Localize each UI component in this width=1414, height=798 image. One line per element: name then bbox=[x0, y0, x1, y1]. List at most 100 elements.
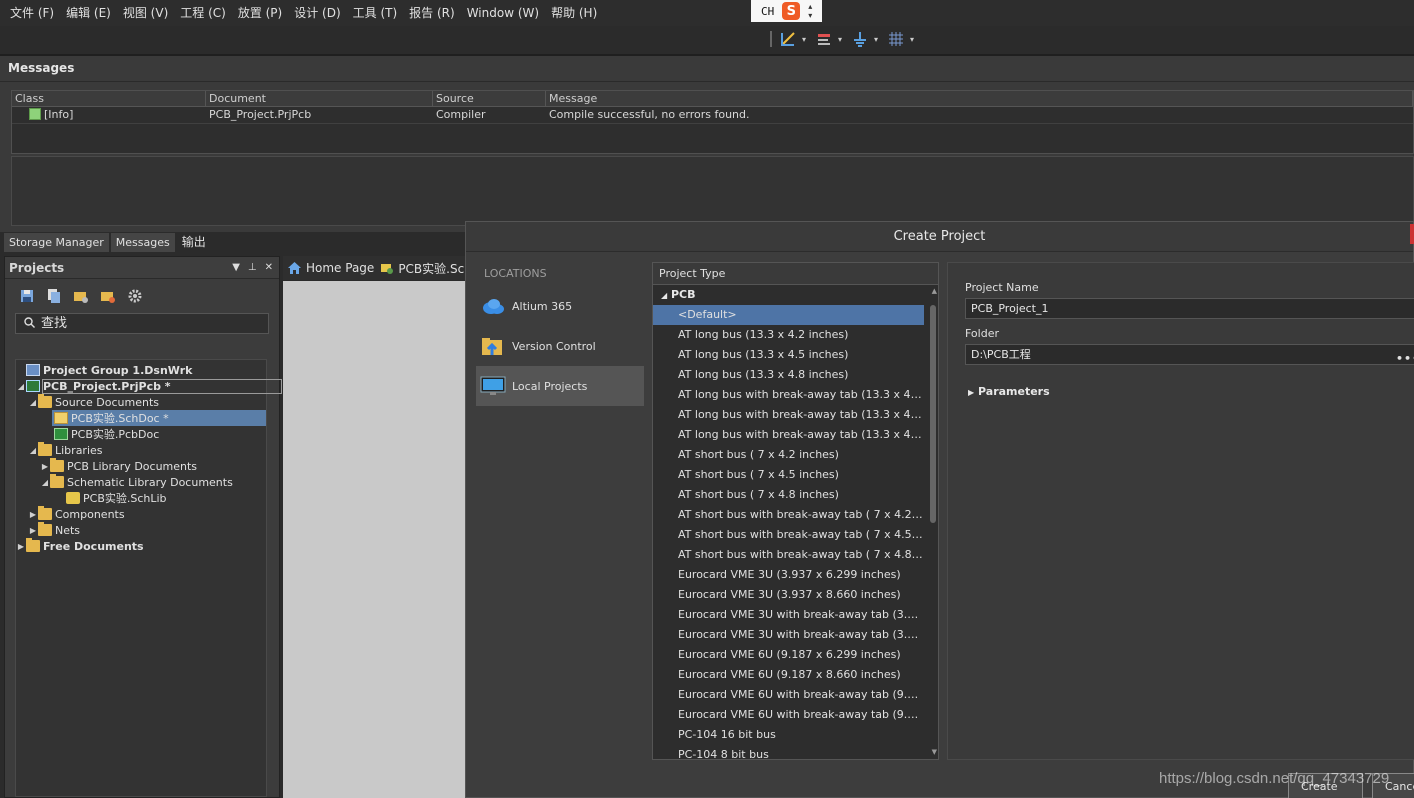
column-document[interactable]: Document bbox=[206, 91, 433, 106]
tab-messages[interactable]: Messages bbox=[110, 233, 175, 252]
collapse-icon[interactable]: ◢ bbox=[28, 398, 38, 407]
grid-dropdown-icon[interactable]: ▾ bbox=[910, 35, 914, 44]
project-type-scrollbar[interactable] bbox=[930, 305, 936, 523]
tree-item-schlib[interactable]: PCB实验.SchLib bbox=[66, 490, 266, 506]
parameters-expander[interactable]: ▶ Parameters bbox=[968, 385, 1050, 398]
list-item[interactable]: Eurocard VME 6U with break-away tab (9.1… bbox=[653, 705, 924, 725]
list-item[interactable]: AT short bus ( 7 x 4.5 inches) bbox=[653, 465, 924, 485]
grid-icon[interactable] bbox=[888, 31, 904, 47]
menu-item-0[interactable]: 文件 (F) bbox=[4, 0, 60, 26]
tree-item-nets[interactable]: ▶ Nets bbox=[16, 522, 266, 538]
menu-item-1[interactable]: 编辑 (E) bbox=[60, 0, 117, 26]
location-local-projects[interactable]: Local Projects bbox=[476, 366, 644, 406]
ground-dropdown-icon[interactable]: ▾ bbox=[874, 35, 878, 44]
search-input[interactable] bbox=[41, 316, 241, 331]
list-item[interactable]: Eurocard VME 6U (9.187 x 6.299 inches) bbox=[653, 645, 924, 665]
tree-item-schdoc[interactable]: PCB实验.SchDoc * bbox=[52, 410, 266, 426]
tree-item-pcb-project[interactable]: ◢ PCB_Project.PrjPcb * bbox=[16, 378, 282, 394]
tree-item-free-documents[interactable]: ▶ Free Documents bbox=[16, 538, 266, 554]
list-item[interactable]: PC-104 16 bit bus bbox=[653, 725, 924, 745]
list-item[interactable]: AT short bus with break-away tab ( 7 x 4… bbox=[653, 525, 924, 545]
tree-item-pcbdoc[interactable]: PCB实验.PcbDoc bbox=[54, 426, 266, 442]
tree-item-libraries[interactable]: ◢ Libraries bbox=[16, 442, 266, 458]
panel-menu-icon[interactable]: ▼ bbox=[232, 262, 240, 273]
expand-icon[interactable]: ▶ bbox=[28, 510, 38, 519]
tree-item-pcb-library-documents[interactable]: ▶ PCB Library Documents bbox=[16, 458, 266, 474]
ime-language: CH bbox=[761, 4, 775, 18]
menu-item-2[interactable]: 视图 (V) bbox=[117, 0, 174, 26]
list-item[interactable]: Eurocard VME 3U (3.937 x 8.660 inches) bbox=[653, 585, 924, 605]
search-box[interactable] bbox=[15, 313, 269, 334]
list-item[interactable]: AT short bus with break-away tab ( 7 x 4… bbox=[653, 545, 924, 565]
list-item[interactable]: Eurocard VME 3U with break-away tab (3.9… bbox=[653, 625, 924, 645]
list-item[interactable]: <Default> bbox=[653, 305, 924, 325]
close-button-edge[interactable] bbox=[1410, 224, 1414, 244]
menu-item-8[interactable]: Window (W) bbox=[461, 0, 545, 26]
list-item[interactable]: Eurocard VME 6U (9.187 x 8.660 inches) bbox=[653, 665, 924, 685]
tab-home-page[interactable]: Home Page bbox=[287, 261, 374, 275]
list-item[interactable]: AT long bus (13.3 x 4.2 inches) bbox=[653, 325, 924, 345]
ground-icon[interactable] bbox=[852, 31, 868, 47]
menu-item-4[interactable]: 放置 (P) bbox=[232, 0, 288, 26]
tree-item-project-group[interactable]: Project Group 1.DsnWrk bbox=[16, 362, 266, 378]
open-folder-icon[interactable] bbox=[73, 288, 89, 304]
ime-indicator[interactable]: CH S ▴ ▾ bbox=[751, 0, 822, 22]
tree-item-components[interactable]: ▶ Components bbox=[16, 506, 266, 522]
list-item[interactable]: AT long bus (13.3 x 4.5 inches) bbox=[653, 345, 924, 365]
ime-toggle-icon[interactable]: ▴ ▾ bbox=[808, 2, 812, 20]
scroll-down-icon[interactable]: ▼ bbox=[932, 748, 937, 756]
collapse-icon[interactable]: ◢ bbox=[16, 382, 26, 391]
table-row[interactable]: [Info] PCB_Project.PrjPcb Compiler Compi… bbox=[12, 107, 1413, 124]
schematic-workspace[interactable] bbox=[283, 281, 468, 798]
list-item[interactable]: Eurocard VME 3U (3.937 x 6.299 inches) bbox=[653, 565, 924, 585]
menu-item-3[interactable]: 工程 (C) bbox=[174, 0, 232, 26]
project-type-header: Project Type bbox=[653, 263, 938, 285]
folder-settings-icon[interactable] bbox=[100, 288, 116, 304]
folder-input[interactable]: D:\PCB工程 bbox=[965, 344, 1414, 365]
tab-storage-manager[interactable]: Storage Manager bbox=[4, 233, 109, 252]
expand-icon[interactable]: ▶ bbox=[40, 462, 50, 471]
list-item[interactable]: AT long bus with break-away tab (13.3 x … bbox=[653, 405, 924, 425]
tree-item-source-documents[interactable]: ◢ Source Documents bbox=[16, 394, 266, 410]
collapse-icon[interactable]: ◢ bbox=[661, 291, 667, 300]
menu-item-5[interactable]: 设计 (D) bbox=[288, 0, 346, 26]
align-dropdown-icon[interactable]: ▾ bbox=[838, 35, 842, 44]
list-item[interactable]: AT short bus ( 7 x 4.2 inches) bbox=[653, 445, 924, 465]
list-item[interactable]: AT long bus with break-away tab (13.3 x … bbox=[653, 385, 924, 405]
list-item[interactable]: Eurocard VME 3U with break-away tab (3.9… bbox=[653, 605, 924, 625]
tree-item-label: PCB实验.SchDoc * bbox=[71, 412, 169, 425]
menu-item-7[interactable]: 报告 (R) bbox=[403, 0, 461, 26]
list-item[interactable]: PC-104 8 bit bus bbox=[653, 745, 924, 759]
align-icon[interactable] bbox=[816, 31, 832, 47]
location-version-control[interactable]: Version Control bbox=[476, 326, 644, 366]
collapse-icon[interactable]: ◢ bbox=[40, 478, 50, 487]
expand-icon[interactable]: ▶ bbox=[28, 526, 38, 535]
menu-item-9[interactable]: 帮助 (H) bbox=[545, 0, 603, 26]
list-item[interactable]: AT short bus with break-away tab ( 7 x 4… bbox=[653, 505, 924, 525]
save-icon[interactable] bbox=[19, 288, 35, 304]
column-source[interactable]: Source bbox=[433, 91, 546, 106]
close-icon[interactable]: ✕ bbox=[265, 262, 273, 273]
expand-icon[interactable]: ▶ bbox=[16, 542, 26, 551]
list-item[interactable]: AT short bus ( 7 x 4.8 inches) bbox=[653, 485, 924, 505]
tab-schdoc[interactable]: PCB实验.SchDoc bbox=[380, 260, 468, 277]
list-item[interactable]: Eurocard VME 6U with break-away tab (9.1… bbox=[653, 685, 924, 705]
location-altium-365[interactable]: Altium 365 bbox=[476, 286, 644, 326]
gear-icon[interactable] bbox=[127, 288, 143, 304]
scroll-up-icon[interactable]: ▲ bbox=[932, 287, 937, 295]
filter-icon[interactable] bbox=[780, 31, 796, 47]
project-type-group-pcb[interactable]: ◢ PCB bbox=[653, 285, 938, 305]
collapse-icon[interactable]: ◢ bbox=[28, 446, 38, 455]
project-name-input[interactable]: PCB_Project_1 bbox=[965, 298, 1414, 319]
list-item[interactable]: AT long bus (13.3 x 4.8 inches) bbox=[653, 365, 924, 385]
compile-icon[interactable] bbox=[46, 288, 62, 304]
menu-item-6[interactable]: 工具 (T) bbox=[347, 0, 404, 26]
column-message[interactable]: Message bbox=[546, 91, 1413, 106]
tree-item-schematic-library-documents[interactable]: ◢ Schematic Library Documents bbox=[16, 474, 266, 490]
browse-folder-button[interactable]: ••• bbox=[1396, 352, 1414, 365]
list-item[interactable]: AT long bus with break-away tab (13.3 x … bbox=[653, 425, 924, 445]
pin-icon[interactable]: ⊥ bbox=[248, 262, 257, 273]
filter-dropdown-icon[interactable]: ▾ bbox=[802, 35, 806, 44]
column-class[interactable]: Class bbox=[12, 91, 206, 106]
tab-output[interactable]: 输出 bbox=[176, 233, 211, 252]
